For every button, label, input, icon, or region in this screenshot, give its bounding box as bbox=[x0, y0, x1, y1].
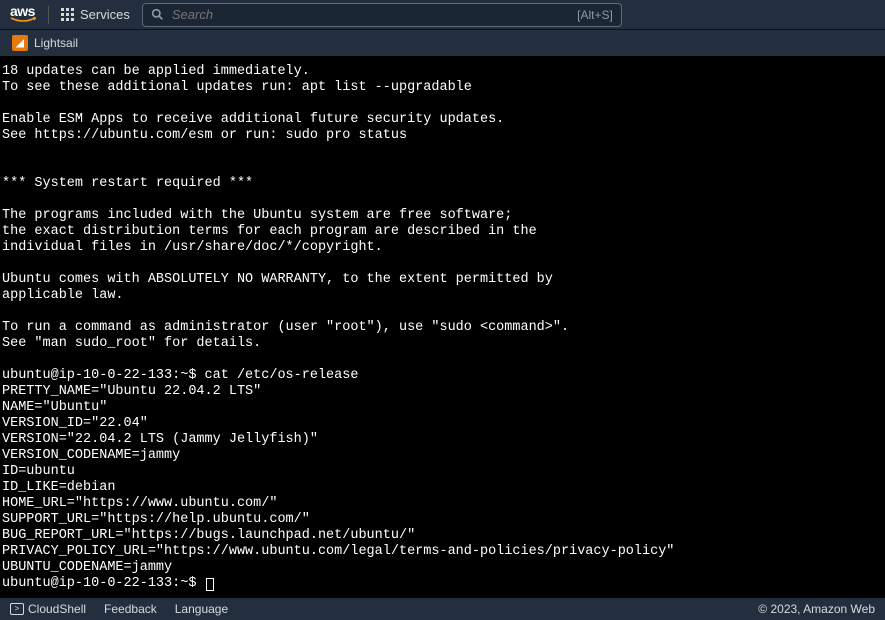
service-bar: ◢ Lightsail bbox=[0, 30, 885, 56]
grid-icon bbox=[61, 8, 74, 21]
aws-logo[interactable]: aws bbox=[10, 6, 36, 23]
terminal-line bbox=[2, 256, 883, 272]
terminal-line bbox=[2, 304, 883, 320]
terminal-line bbox=[2, 160, 883, 176]
terminal-line: VERSION="22.04.2 LTS (Jammy Jellyfish)" bbox=[2, 432, 883, 448]
terminal-line: applicable law. bbox=[2, 288, 883, 304]
terminal-line: Enable ESM Apps to receive additional fu… bbox=[2, 112, 883, 128]
copyright-text: © 2023, Amazon Web bbox=[758, 602, 875, 616]
terminal-line: PRETTY_NAME="Ubuntu 22.04.2 LTS" bbox=[2, 384, 883, 400]
terminal-line: The programs included with the Ubuntu sy… bbox=[2, 208, 883, 224]
search-input[interactable] bbox=[172, 7, 577, 22]
cloudshell-label: CloudShell bbox=[28, 602, 86, 616]
terminal-line: BUG_REPORT_URL="https://bugs.launchpad.n… bbox=[2, 528, 883, 544]
terminal-line: VERSION_CODENAME=jammy bbox=[2, 448, 883, 464]
terminal-line bbox=[2, 192, 883, 208]
terminal-line: ID_LIKE=debian bbox=[2, 480, 883, 496]
terminal-line: To run a command as administrator (user … bbox=[2, 320, 883, 336]
terminal-line: PRIVACY_POLICY_URL="https://www.ubuntu.c… bbox=[2, 544, 883, 560]
cursor bbox=[206, 578, 214, 591]
terminal-output[interactable]: 18 updates can be applied immediately.To… bbox=[0, 56, 885, 598]
terminal-line: See "man sudo_root" for details. bbox=[2, 336, 883, 352]
terminal-line: HOME_URL="https://www.ubuntu.com/" bbox=[2, 496, 883, 512]
terminal-line: To see these additional updates run: apt… bbox=[2, 80, 883, 96]
cloudshell-button[interactable]: > CloudShell bbox=[10, 602, 86, 616]
terminal-line: UBUNTU_CODENAME=jammy bbox=[2, 560, 883, 576]
search-icon bbox=[151, 8, 164, 21]
cloudshell-icon: > bbox=[10, 603, 24, 615]
terminal-line bbox=[2, 96, 883, 112]
terminal-line bbox=[2, 352, 883, 368]
lightsail-icon[interactable]: ◢ bbox=[12, 35, 28, 51]
terminal-line: ubuntu@ip-10-0-22-133:~$ cat /etc/os-rel… bbox=[2, 368, 883, 384]
aws-logo-text: aws bbox=[10, 6, 36, 17]
terminal-line: NAME="Ubuntu" bbox=[2, 400, 883, 416]
terminal-line: the exact distribution terms for each pr… bbox=[2, 224, 883, 240]
terminal-line bbox=[2, 144, 883, 160]
aws-smile-icon bbox=[10, 17, 36, 23]
language-link[interactable]: Language bbox=[175, 602, 228, 616]
lightsail-label[interactable]: Lightsail bbox=[34, 36, 78, 50]
terminal-line: SUPPORT_URL="https://help.ubuntu.com/" bbox=[2, 512, 883, 528]
search-hint: [Alt+S] bbox=[577, 8, 613, 22]
top-nav: aws Services [Alt+S] bbox=[0, 0, 885, 30]
search-box[interactable]: [Alt+S] bbox=[142, 3, 622, 27]
terminal-line: VERSION_ID="22.04" bbox=[2, 416, 883, 432]
feedback-label: Feedback bbox=[104, 602, 157, 616]
terminal-line: individual files in /usr/share/doc/*/cop… bbox=[2, 240, 883, 256]
services-label: Services bbox=[80, 7, 130, 22]
terminal-prompt[interactable]: ubuntu@ip-10-0-22-133:~$ bbox=[2, 576, 883, 592]
footer-bar: > CloudShell Feedback Language © 2023, A… bbox=[0, 598, 885, 620]
terminal-line: ID=ubuntu bbox=[2, 464, 883, 480]
feedback-link[interactable]: Feedback bbox=[104, 602, 157, 616]
terminal-line: 18 updates can be applied immediately. bbox=[2, 64, 883, 80]
divider bbox=[48, 6, 49, 24]
services-menu[interactable]: Services bbox=[61, 7, 130, 22]
terminal-line: Ubuntu comes with ABSOLUTELY NO WARRANTY… bbox=[2, 272, 883, 288]
language-label: Language bbox=[175, 602, 228, 616]
terminal-line: See https://ubuntu.com/esm or run: sudo … bbox=[2, 128, 883, 144]
terminal-line: *** System restart required *** bbox=[2, 176, 883, 192]
